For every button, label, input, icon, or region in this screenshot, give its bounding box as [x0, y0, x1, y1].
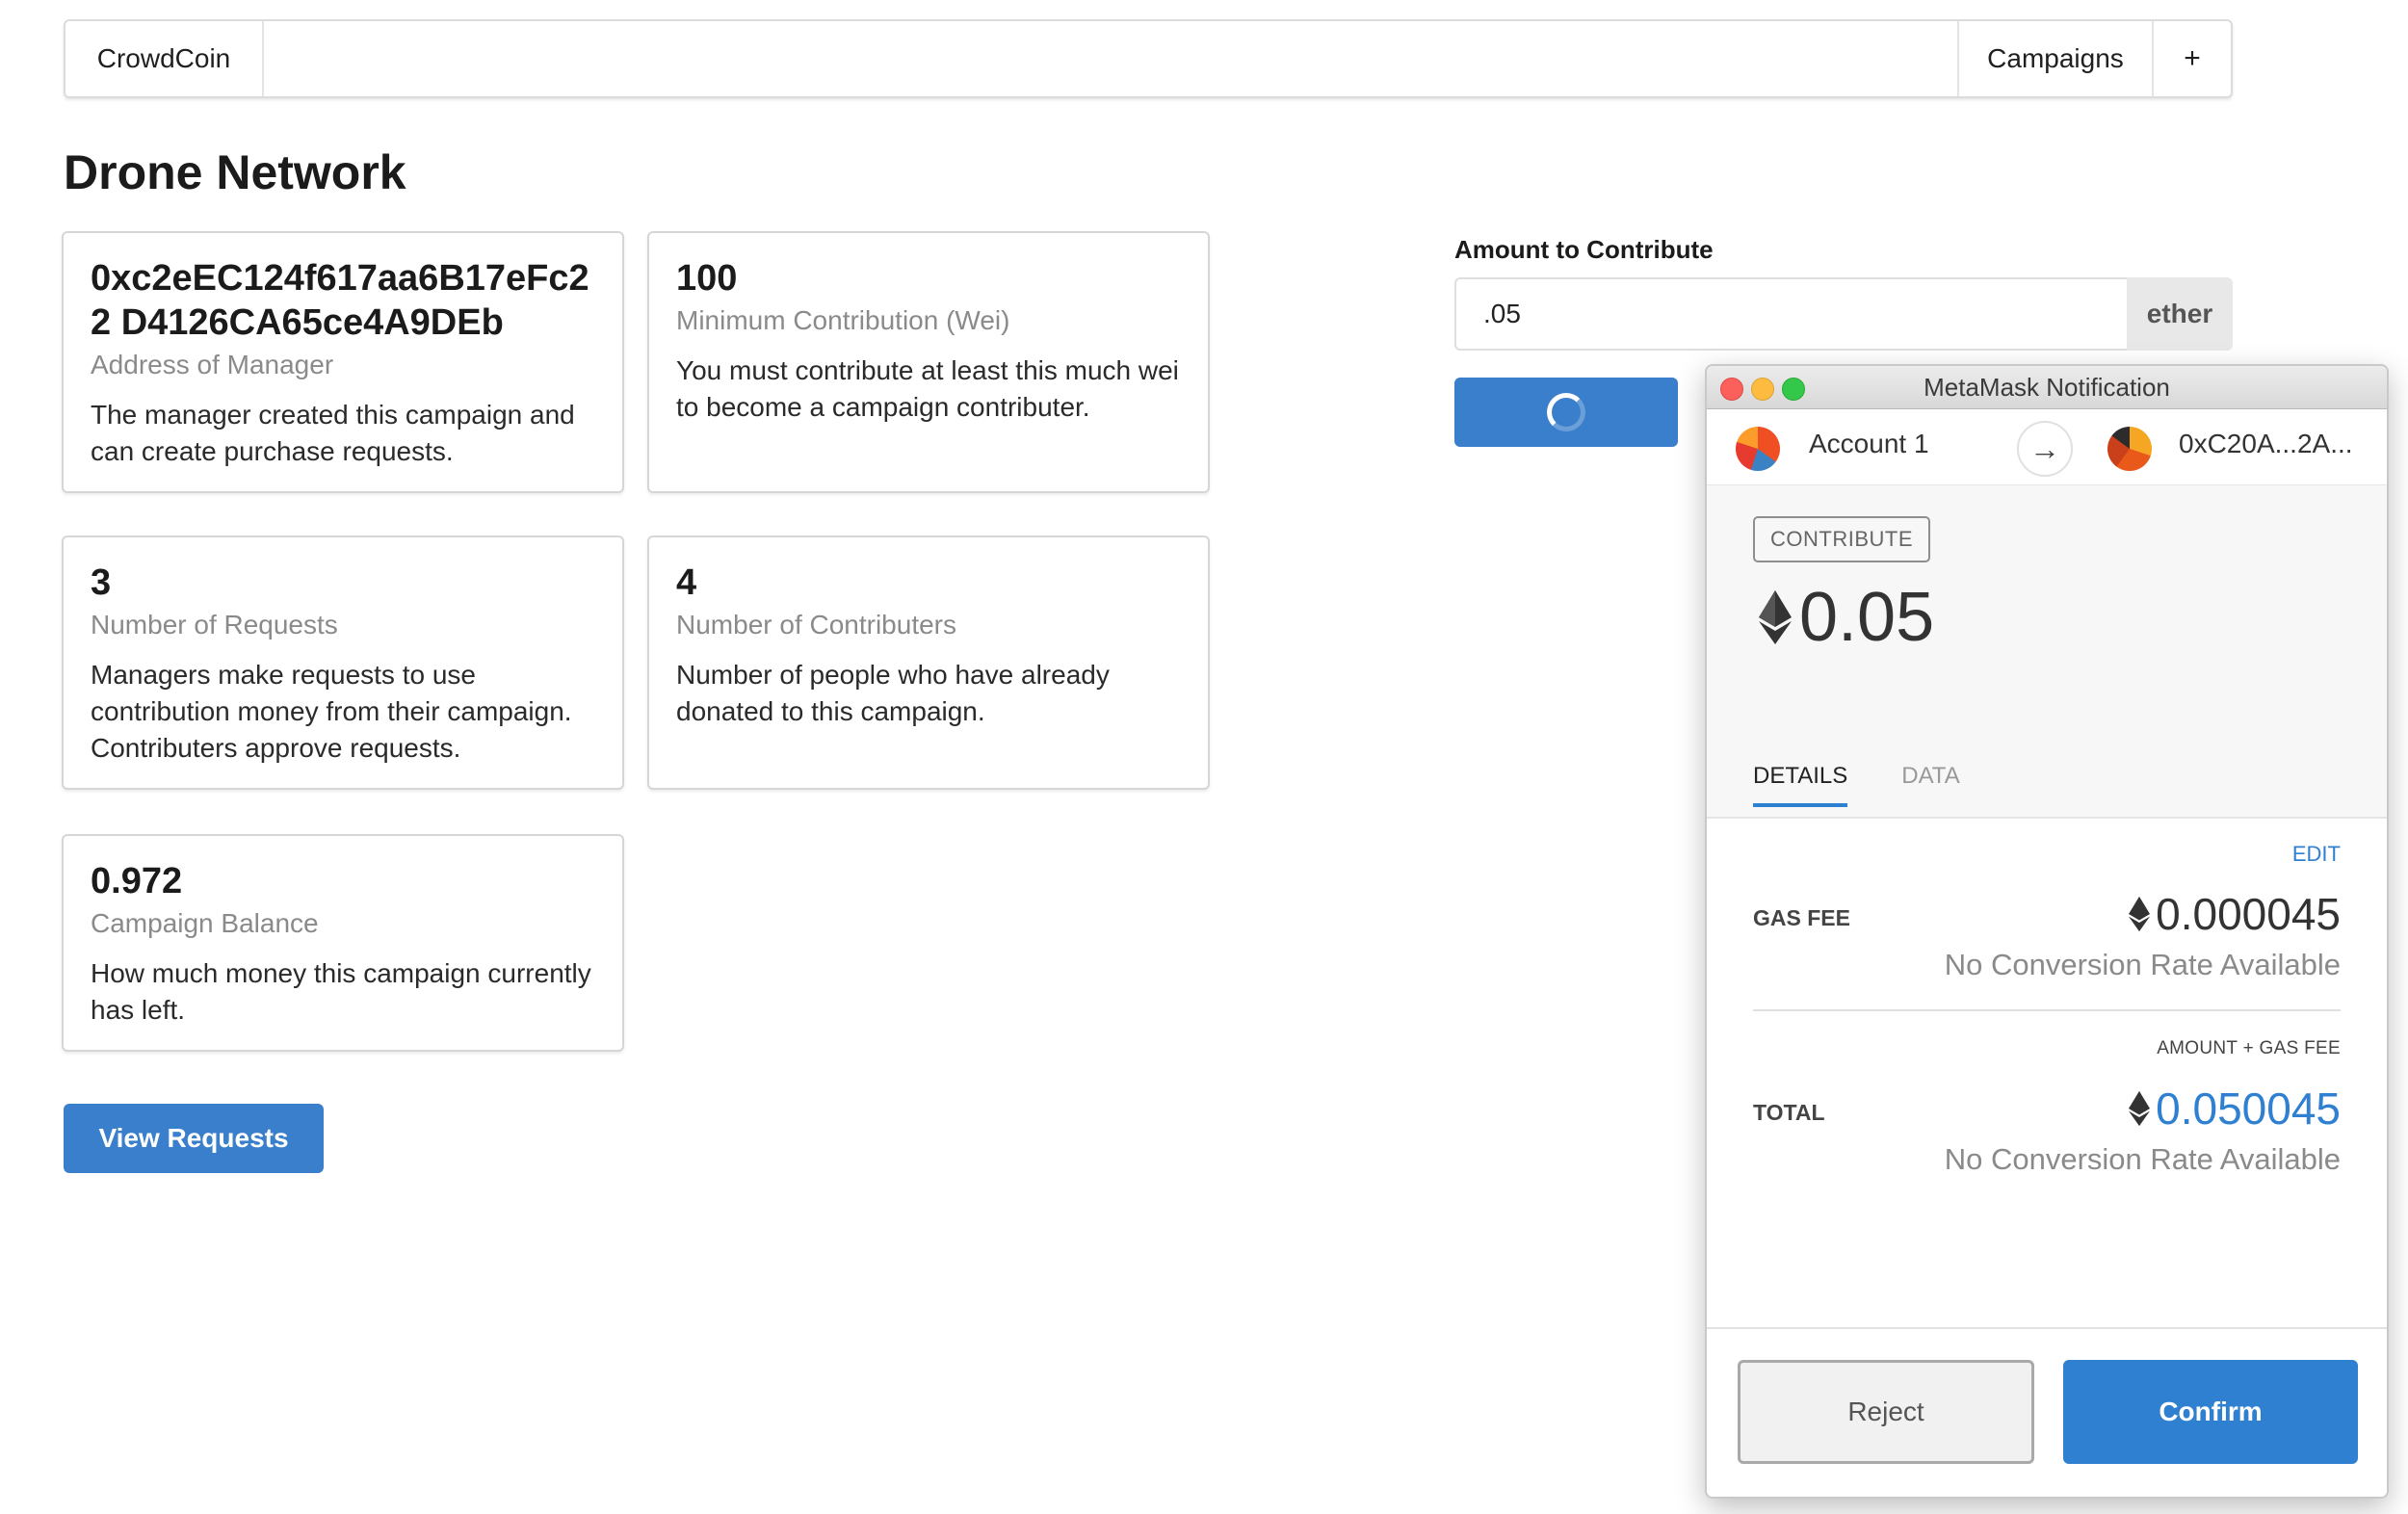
top-menu: CrowdCoin Campaigns +	[64, 19, 2233, 98]
page-title: Drone Network	[64, 145, 406, 199]
gas-fee-conversion: No Conversion Rate Available	[1944, 948, 2341, 981]
reject-button[interactable]: Reject	[1738, 1360, 2034, 1464]
amount-input[interactable]	[1454, 277, 2127, 351]
tab-details[interactable]: DETAILS	[1753, 763, 1848, 807]
card-description: Managers make requests to use contributi…	[91, 660, 572, 763]
card-meta: Minimum Contribution (Wei)	[676, 305, 1010, 335]
window-title: MetaMask Notification	[1924, 372, 2170, 402]
from-account-name: Account 1	[1809, 429, 1929, 458]
close-window-icon[interactable]	[1720, 378, 1743, 401]
total-caption: AMOUNT + GAS FEE	[2157, 1038, 2341, 1058]
from-account-avatar	[1736, 427, 1780, 471]
card-description: How much money this campaign currently h…	[91, 958, 591, 1025]
gas-fee-label: GAS FEE	[1753, 905, 1850, 930]
card-header: 100	[676, 258, 738, 299]
minimize-window-icon[interactable]	[1751, 378, 1774, 401]
window-titlebar: MetaMask Notification	[1707, 366, 2387, 409]
contribute-button-loading[interactable]	[1454, 378, 1678, 447]
loading-spinner-icon	[1547, 393, 1585, 431]
action-badge: CONTRIBUTE	[1753, 516, 1930, 562]
ethereum-icon	[2129, 896, 2151, 932]
card-header: 0xc2eEC124f617aa6B17eFc22 D4126CA65ce4A9…	[91, 258, 589, 343]
action-footer: Reject Confirm	[1707, 1327, 2387, 1497]
card-minimum-contribution: 100 Minimum Contribution (Wei) You must …	[647, 231, 1210, 493]
card-header: 4	[676, 562, 697, 603]
total-label: TOTAL	[1753, 1100, 1825, 1125]
card-description: You must contribute at least this much w…	[676, 355, 1179, 422]
amount-value: 0.05	[1799, 579, 1935, 656]
total-amount: 0.050045	[2156, 1083, 2341, 1134]
card-meta: Address of Manager	[91, 350, 334, 379]
metamask-notification-window: MetaMask Notification Account 1 → 0xC20A…	[1705, 364, 2389, 1499]
account-transfer-bar: Account 1 → 0xC20A...2A...	[1707, 409, 2387, 486]
ethereum-icon	[1759, 590, 1792, 644]
card-meta: Campaign Balance	[91, 908, 319, 938]
ethereum-icon	[2129, 1090, 2151, 1127]
card-description: Number of people who have already donate…	[676, 660, 1110, 726]
card-description: The manager created this campaign and ca…	[91, 400, 575, 466]
add-campaign-button[interactable]: +	[2152, 21, 2231, 96]
card-meta: Number of Requests	[91, 610, 338, 640]
card-campaign-balance: 0.972 Campaign Balance How much money th…	[62, 834, 624, 1052]
card-header: 3	[91, 562, 112, 603]
card-meta: Number of Contributers	[676, 610, 957, 640]
campaigns-link[interactable]: Campaigns	[1957, 21, 2152, 96]
gas-fee-value: 0.000045	[2129, 888, 2341, 940]
card-manager-address: 0xc2eEC124f617aa6B17eFc22 D4126CA65ce4A9…	[62, 231, 624, 493]
to-account-avatar	[2107, 427, 2152, 471]
transaction-amount: 0.05	[1759, 578, 1934, 657]
card-number-of-requests: 3 Number of Requests Managers make reque…	[62, 535, 624, 790]
to-account-address: 0xC20A...2A...	[2179, 429, 2353, 458]
details-tabs: DETAILS DATA	[1753, 763, 2014, 807]
total-conversion: No Conversion Rate Available	[1944, 1142, 2341, 1176]
details-divider	[1753, 1009, 2341, 1011]
menu-spacer	[264, 21, 1957, 96]
confirm-button[interactable]: Confirm	[2063, 1360, 2358, 1464]
edit-gas-link[interactable]: EDIT	[2292, 842, 2341, 867]
brand-link[interactable]: CrowdCoin	[65, 21, 264, 96]
view-requests-button[interactable]: View Requests	[64, 1104, 324, 1173]
total-value: 0.050045	[2129, 1083, 2341, 1135]
amount-unit-label: ether	[2127, 277, 2233, 351]
amount-label: Amount to Contribute	[1454, 235, 1714, 264]
transaction-summary: CONTRIBUTE 0.05 DETAILS DATA	[1707, 485, 2387, 819]
card-number-of-contributers: 4 Number of Contributers Number of peopl…	[647, 535, 1210, 790]
arrow-right-icon: →	[2017, 421, 2073, 477]
gas-fee-amount: 0.000045	[2156, 889, 2341, 939]
tab-data[interactable]: DATA	[1901, 763, 1959, 807]
maximize-window-icon[interactable]	[1782, 378, 1805, 401]
card-header: 0.972	[91, 861, 183, 901]
